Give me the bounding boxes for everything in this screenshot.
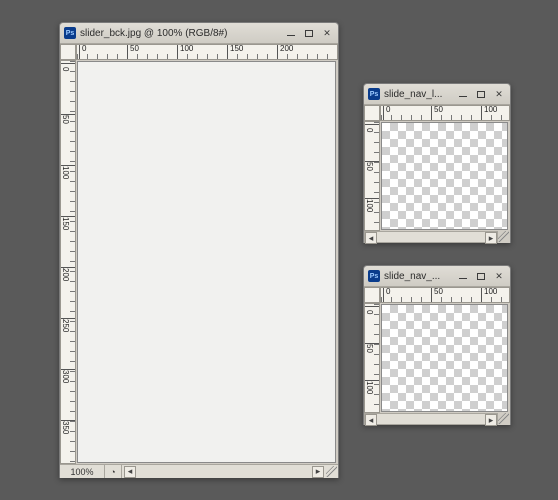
photoshop-icon: Ps [64,27,76,39]
ruler-horizontal[interactable]: 0 50 100 [380,105,510,121]
ruler-v-tick: 100 [61,166,70,179]
ruler-v-tick: 300 [61,370,70,383]
ruler-v-tick: 50 [365,344,374,353]
ruler-h-tick: 0 [386,287,390,296]
titlebar[interactable]: Ps slider_bck.jpg @ 100% (RGB/8#) [60,23,338,44]
ruler-h-tick: 100 [484,287,497,296]
ruler-v-tick: 50 [365,162,374,171]
statusbar: 100% ◔ ◂ ▸ [60,464,338,478]
status-info-icon[interactable]: ◔ [105,465,122,478]
titlebar[interactable]: Ps slide_nav_l... [364,84,510,105]
ruler-horizontal[interactable]: 0 50 100 [380,287,510,303]
window-title: slide_nav_l... [384,89,442,100]
canvas[interactable] [77,61,336,463]
minimize-button[interactable] [456,88,470,100]
ruler-v-tick: 350 [61,421,70,434]
scroll-left-button[interactable]: ◂ [365,232,377,244]
scroll-left-button[interactable]: ◂ [124,466,136,478]
scroll-right-button[interactable]: ▸ [312,466,324,478]
document-body: 0 50 100 0 50 100 ◂ ▸ [364,287,510,425]
close-button[interactable] [492,88,506,100]
ruler-v-tick: 200 [61,268,70,281]
window-title: slider_bck.jpg @ 100% (RGB/8#) [80,28,227,39]
ruler-v-tick: 100 [365,381,374,394]
maximize-button[interactable] [474,88,488,100]
scroll-right-button[interactable]: ▸ [485,232,497,244]
ruler-corner [60,44,76,60]
ruler-h-tick: 0 [386,105,390,114]
ruler-vertical[interactable]: 0 50 100 [364,303,380,413]
maximize-button[interactable] [302,27,316,39]
ruler-corner [364,287,380,303]
ruler-h-tick: 50 [434,287,443,296]
ruler-h-tick: 100 [484,105,497,114]
scrollbar-horizontal[interactable]: ◂ ▸ [364,231,498,243]
close-button[interactable] [320,27,334,39]
ruler-vertical[interactable]: 0 50 100 150 200 250 300 350 [60,60,76,464]
window-title: slide_nav_... [384,271,440,282]
ruler-h-tick: 150 [230,44,243,53]
scroll-left-button[interactable]: ◂ [365,414,377,426]
document-body: 0 50 100 0 50 100 ◂ ▸ [364,105,510,243]
photoshop-icon: Ps [368,270,380,282]
ruler-vertical[interactable]: 0 50 100 [364,121,380,231]
ruler-v-tick: 0 [61,67,70,71]
ruler-h-tick: 50 [434,105,443,114]
ruler-v-tick: 150 [61,217,70,230]
ruler-horizontal[interactable]: 0 50 100 150 200 [76,44,338,60]
ruler-corner [364,105,380,121]
close-button[interactable] [492,270,506,282]
ruler-h-tick: 0 [82,44,86,53]
scrollbar-horizontal[interactable]: ◂ ▸ [364,413,498,425]
resize-grip[interactable] [498,413,509,424]
maximize-button[interactable] [474,270,488,282]
titlebar[interactable]: Ps slide_nav_... [364,266,510,287]
scroll-right-button[interactable]: ▸ [485,414,497,426]
zoom-field[interactable]: 100% [60,465,105,478]
ruler-v-tick: 50 [61,115,70,124]
canvas[interactable] [381,122,508,230]
resize-grip[interactable] [326,466,337,477]
ruler-h-tick: 100 [180,44,193,53]
document-window-1[interactable]: Ps slider_bck.jpg @ 100% (RGB/8#) 0 50 1… [59,22,339,478]
ruler-v-tick: 250 [61,319,70,332]
ruler-v-tick: 0 [365,310,374,314]
resize-grip[interactable] [498,231,509,242]
photoshop-icon: Ps [368,88,380,100]
minimize-button[interactable] [456,270,470,282]
document-body: 0 50 100 150 200 0 50 100 150 200 250 30… [60,44,338,478]
document-window-3[interactable]: Ps slide_nav_... 0 50 100 0 50 100 ◂ ▸ [363,265,511,425]
ruler-v-tick: 0 [365,128,374,132]
ruler-v-tick: 100 [365,199,374,212]
canvas[interactable] [381,304,508,412]
document-window-2[interactable]: Ps slide_nav_l... 0 50 100 0 50 100 ◂ ▸ [363,83,511,243]
minimize-button[interactable] [284,27,298,39]
ruler-h-tick: 200 [280,44,293,53]
ruler-h-tick: 50 [130,44,139,53]
